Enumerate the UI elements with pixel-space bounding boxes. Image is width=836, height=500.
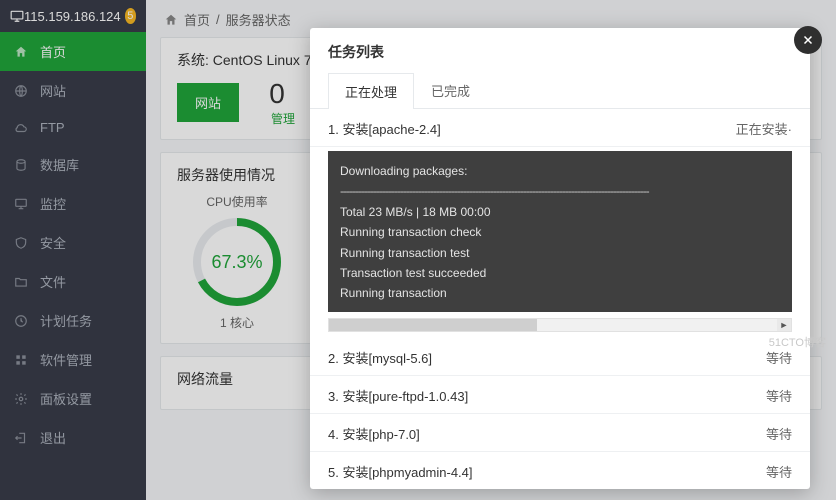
scroll-right-icon[interactable]: ► bbox=[777, 319, 791, 331]
tab-processing[interactable]: 正在处理 bbox=[328, 73, 414, 109]
tab-done[interactable]: 已完成 bbox=[414, 72, 487, 108]
task-label: 3. 安装[pure-ftpd-1.0.43] bbox=[328, 386, 468, 405]
console-line: Running transaction bbox=[340, 283, 780, 303]
task-label: 5. 安装[phpmyadmin-4.4] bbox=[328, 462, 473, 481]
task-modal: 任务列表 正在处理已完成 1. 安装[apache-2.4] 正在安装· Dow… bbox=[310, 28, 810, 489]
task-status: 等待 bbox=[766, 348, 792, 367]
modal-tabs: 正在处理已完成 bbox=[310, 72, 810, 109]
task-row: 1. 安装[apache-2.4] 正在安装· bbox=[310, 109, 810, 147]
modal-title: 任务列表 bbox=[310, 28, 810, 72]
task-row: 2. 安装[mysql-5.6] 等待 bbox=[310, 338, 810, 376]
task-status: 等待 bbox=[766, 462, 792, 481]
console-line: Transaction test succeeded bbox=[340, 263, 780, 283]
close-icon[interactable] bbox=[794, 26, 822, 54]
console-output: Downloading packages:-------------------… bbox=[328, 151, 792, 312]
task-status: 正在安装· bbox=[736, 119, 792, 138]
horizontal-scrollbar[interactable]: ◄ ► bbox=[328, 318, 792, 332]
console-line: Total 23 MB/s | 18 MB 00:00 bbox=[340, 202, 780, 222]
task-row: 3. 安装[pure-ftpd-1.0.43] 等待 bbox=[310, 376, 810, 414]
task-label: 2. 安装[mysql-5.6] bbox=[328, 348, 432, 367]
task-label: 1. 安装[apache-2.4] bbox=[328, 119, 441, 138]
task-status: 等待 bbox=[766, 386, 792, 405]
watermark: 51CTO博客 bbox=[769, 334, 826, 350]
task-status: 等待 bbox=[766, 424, 792, 443]
task-row: 5. 安装[phpmyadmin-4.4] 等待 bbox=[310, 452, 810, 489]
console-line: ----------------------------------------… bbox=[340, 181, 780, 201]
console-line: Running transaction check bbox=[340, 222, 780, 242]
console-line: Downloading packages: bbox=[340, 161, 780, 181]
scroll-thumb[interactable] bbox=[329, 319, 537, 331]
task-label: 4. 安装[php-7.0] bbox=[328, 424, 420, 443]
console-line: Running transaction test bbox=[340, 243, 780, 263]
task-row: 4. 安装[php-7.0] 等待 bbox=[310, 414, 810, 452]
